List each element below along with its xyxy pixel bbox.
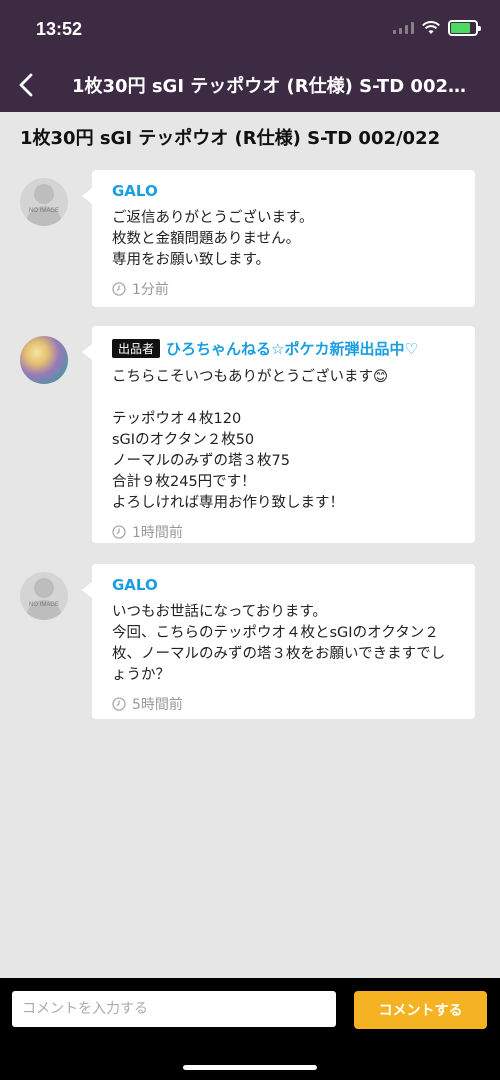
comment-bubble: 出品者 ひろちゃんねる☆ポケカ新弾出品中♡ こちらこそいつもありがとうございます…	[82, 326, 475, 543]
clock-icon	[112, 282, 126, 296]
comment-time-row: 1分前	[112, 279, 455, 299]
battery-charging-icon	[448, 20, 481, 36]
comment-bubble: GALO いつもお世話になっております。 今回、こちらのテッポウオ４枚とsGIの…	[82, 564, 475, 719]
nav-bar: 1枚30円 sGI テッポウオ (R仕様) S-TD 002/...	[0, 58, 500, 112]
comment-input[interactable]	[12, 991, 336, 1027]
comment-time: 1時間前	[132, 525, 183, 541]
comment-bar: コメントする	[0, 978, 500, 1080]
author-row: 出品者 ひろちゃんねる☆ポケカ新弾出品中♡	[112, 338, 455, 359]
wifi-icon	[422, 21, 440, 34]
status-bar: 13:52	[0, 0, 500, 58]
home-indicator	[183, 1065, 317, 1070]
author-row: GALO	[112, 182, 455, 200]
comment-author[interactable]: ひろちゃんねる☆ポケカ新弾出品中♡	[166, 338, 418, 359]
comment-time: 5時間前	[132, 697, 183, 713]
page-title: 1枚30円 sGI テッポウオ (R仕様) S-TD 002/022	[20, 128, 441, 149]
avatar-label: NO IMAGE	[28, 602, 59, 608]
avatar[interactable]: NO IMAGE	[20, 572, 68, 620]
avatar[interactable]	[20, 336, 68, 384]
comment-time-row: 5時間前	[112, 694, 455, 714]
nav-title: 1枚30円 sGI テッポウオ (R仕様) S-TD 002/...	[72, 76, 472, 97]
comment-bubble: GALO ご返信ありがとうございます。 枚数と金額問題ありません。 専用をお願い…	[82, 170, 475, 307]
avatar-label: NO IMAGE	[28, 208, 59, 214]
author-row: GALO	[112, 576, 455, 594]
clock-icon	[112, 697, 126, 711]
comment-body: ご返信ありがとうございます。 枚数と金額問題ありません。 専用をお願い致します。	[112, 210, 314, 268]
comment-body: こちらこそいつもありがとうございます😊 テッポウオ４枚120 sGIのオクタン２…	[112, 369, 389, 511]
status-icons	[393, 20, 481, 36]
status-time: 13:52	[36, 19, 83, 39]
comment-author[interactable]: GALO	[112, 182, 158, 200]
comment-time-row: 1時間前	[112, 522, 455, 542]
comment-submit-button[interactable]: コメントする	[354, 991, 487, 1029]
comment-time: 1分前	[132, 282, 169, 298]
seller-badge: 出品者	[112, 339, 161, 358]
signal-icon	[393, 22, 414, 34]
clock-icon	[112, 525, 126, 539]
avatar[interactable]: NO IMAGE	[20, 178, 68, 226]
comment-author[interactable]: GALO	[112, 576, 158, 594]
back-arrow-icon[interactable]	[0, 58, 52, 112]
comment-body: いつもお世話になっております。 今回、こちらのテッポウオ４枚とsGIのオクタン２…	[112, 604, 446, 683]
